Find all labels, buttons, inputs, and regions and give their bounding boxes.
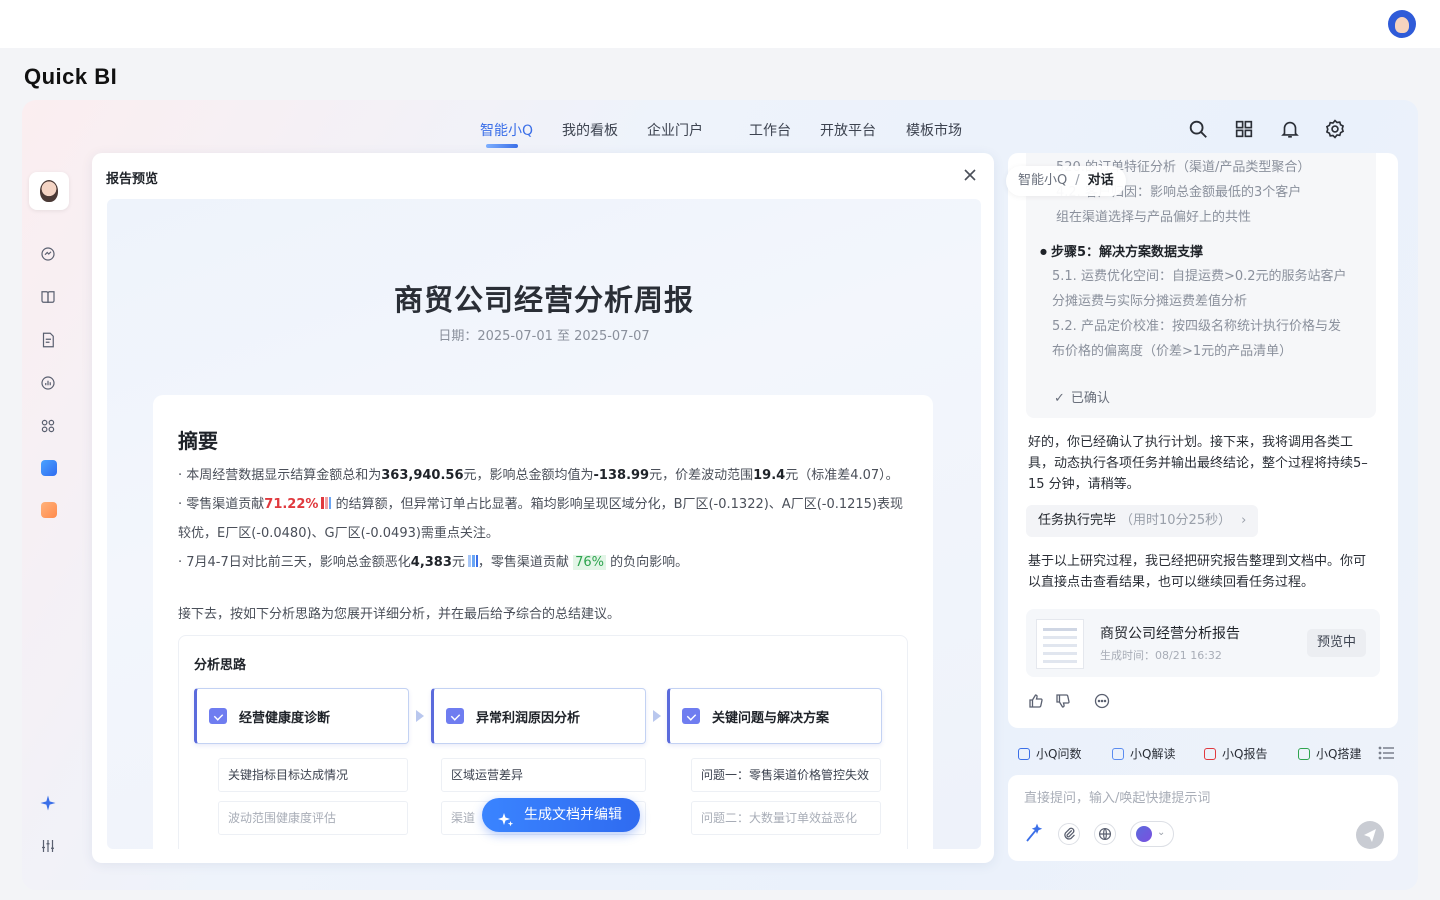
- summary-heading: 摘要: [178, 429, 218, 453]
- model-icon: [1136, 826, 1152, 842]
- flow-arrow-icon: [653, 710, 661, 722]
- preview-title: 报告预览: [106, 172, 159, 187]
- chat-panel: 520.的订单特征分析（渠道/产品类型聚合） 4.2. 客户归因：影响总金额最低…: [1008, 153, 1398, 728]
- app-shell: 智能小Q 我的看板 企业门户 工作台 开放平台 模板市场 报告预览 商贸公司经营…: [22, 100, 1418, 890]
- sub-item[interactable]: 关键指标目标达成情况: [218, 758, 408, 792]
- task-complete-pill[interactable]: 任务执行完毕 （用时10分25秒） ›: [1026, 505, 1259, 537]
- report-preview-panel: 报告预览 商贸公司经营分析周报 日期：2025-07-01 至 2025-07-…: [92, 153, 994, 863]
- thumbs-up-icon[interactable]: [1028, 693, 1044, 709]
- nav-item-xiaoq[interactable]: 智能小Q: [480, 120, 533, 140]
- globe-icon[interactable]: [1094, 823, 1116, 845]
- assistant-avatar[interactable]: [29, 172, 69, 210]
- magic-wand-icon[interactable]: [1022, 823, 1044, 845]
- dashboard-icon[interactable]: [39, 374, 59, 394]
- summary-line-3: · 7月4-7日对比前三天，影响总金额恶化4,383元 ，零售渠道贡献 76% 的…: [178, 555, 689, 570]
- mini-bar-icon: [467, 555, 478, 567]
- brand-logo: Quick BI: [24, 64, 118, 89]
- confirmed-status: 已确认: [1054, 387, 1110, 406]
- doc-time: 生成时间：08/21 16:32: [1100, 649, 1222, 662]
- report-doc-card[interactable]: 商贸公司经营分析报告 生成时间：08/21 16:32 预览中: [1026, 609, 1380, 677]
- plan-sub-5-2: 5.2. 产品定价校准：按四级名称统计执行价格与发布价格的偏离度（价差>1元的产…: [1052, 319, 1341, 359]
- interpret-icon: [1112, 748, 1124, 760]
- plan-sub-5-1: 5.1. 运费优化空间：自提运费>0.2元的服务站客户分摊运费与实际分摊运费差值…: [1052, 269, 1347, 309]
- nav-item-enterprise-portal[interactable]: 企业门户: [647, 120, 703, 140]
- step-icon: [682, 708, 700, 724]
- build-icon: [1298, 748, 1310, 760]
- list-icon[interactable]: [1378, 744, 1396, 762]
- mini-bar-icon: [321, 497, 332, 509]
- search-icon[interactable]: [1187, 118, 1209, 140]
- sub-item[interactable]: 波动范围健康度评估: [218, 801, 408, 835]
- sparkle-icon: [498, 807, 514, 827]
- book-icon[interactable]: [39, 288, 59, 308]
- close-icon[interactable]: [962, 167, 978, 183]
- chat-input-placeholder: 直接提问，输入/唤起快捷提示词: [1024, 791, 1211, 806]
- breadcrumb-root[interactable]: 智能小Q: [1018, 173, 1067, 188]
- attachment-icon[interactable]: [1058, 823, 1080, 845]
- chevron-right-icon: ›: [1241, 513, 1247, 528]
- left-rail: [22, 160, 78, 880]
- more-icon[interactable]: [1094, 693, 1110, 709]
- chevron-down-icon: ⌄: [1157, 827, 1166, 838]
- send-button[interactable]: [1356, 821, 1384, 849]
- sliders-icon[interactable]: [39, 837, 59, 857]
- nav-active-indicator: [486, 144, 518, 148]
- model-selector[interactable]: ⌄: [1130, 821, 1174, 847]
- ask-data-icon: [1018, 748, 1030, 760]
- nav-item-workbench[interactable]: 工作台: [749, 120, 791, 140]
- breadcrumb-current: 对话: [1087, 173, 1114, 188]
- sub-item[interactable]: 问题二：大数量订单效益恶化: [691, 801, 881, 835]
- analysis-intro: 接下去，按如下分析思路为您展开详细分析，并在最后给予综合的总结建议。: [178, 607, 621, 622]
- user-avatar[interactable]: [1388, 10, 1416, 38]
- sparkle-icon[interactable]: [39, 794, 59, 814]
- quick-action-interpret[interactable]: 小Q解读: [1112, 744, 1175, 764]
- thumbs-down-icon[interactable]: [1055, 693, 1071, 709]
- top-bar: [0, 0, 1440, 48]
- report-canvas: 商贸公司经营分析周报 日期：2025-07-01 至 2025-07-07 摘要…: [107, 199, 981, 849]
- summary-line-1: · 本周经营数据显示结算金额总和为363,940.56元，影响总金额均值为-13…: [178, 468, 899, 483]
- blue-app-badge-icon[interactable]: [41, 460, 57, 476]
- breadcrumb: 智能小Q / 对话: [1006, 166, 1126, 196]
- quick-action-report[interactable]: 小Q报告: [1204, 744, 1267, 764]
- plan-faded-line: 组在渠道选择与产品偏好上的共性: [1056, 210, 1252, 225]
- doc-name: 商贸公司经营分析报告: [1100, 626, 1240, 642]
- sub-item[interactable]: 区域运营差异: [441, 758, 646, 792]
- nav-item-template-market[interactable]: 模板市场: [906, 120, 962, 140]
- step-icon: [446, 708, 464, 724]
- summary-card: 摘要 · 本周经营数据显示结算金额总和为363,940.56元，影响总金额均值为…: [153, 395, 933, 849]
- quick-action-build[interactable]: 小Q搭建: [1298, 744, 1361, 764]
- apps-icon[interactable]: [39, 417, 59, 437]
- sub-item[interactable]: 问题一：零售渠道价格管控失效: [691, 758, 881, 792]
- gear-icon[interactable]: [1324, 118, 1346, 140]
- step-icon: [209, 708, 227, 724]
- plan-step-5: 步骤5：解决方案数据支撑: [1040, 241, 1203, 260]
- chat-data-icon[interactable]: [39, 245, 59, 265]
- bell-icon[interactable]: [1279, 118, 1301, 140]
- analysis-heading: 分析思路: [194, 658, 247, 673]
- orange-app-badge-icon[interactable]: [41, 502, 57, 518]
- generate-doc-button[interactable]: 生成文档并编辑: [482, 798, 640, 832]
- quick-action-ask-data[interactable]: 小Q问数: [1018, 744, 1081, 764]
- nav-item-my-dashboards[interactable]: 我的看板: [562, 120, 618, 140]
- main-nav: 智能小Q 我的看板 企业门户 工作台 开放平台 模板市场: [22, 100, 1418, 156]
- summary-line-2: · 零售渠道贡献71.22% 的结算额，但异常订单占比显著。箱均影响呈现区域分化…: [178, 497, 904, 541]
- step-profit-analysis[interactable]: 异常利润原因分析: [431, 688, 646, 744]
- grid-icon[interactable]: [1233, 118, 1255, 140]
- report-icon: [1204, 748, 1216, 760]
- report-title: 商贸公司经营分析周报: [393, 283, 694, 317]
- report-icon[interactable]: [39, 331, 59, 351]
- nav-item-open-platform[interactable]: 开放平台: [820, 120, 876, 140]
- flow-arrow-icon: [416, 710, 424, 722]
- report-date: 日期：2025-07-01 至 2025-07-07: [438, 329, 650, 344]
- chat-input-box[interactable]: 直接提问，输入/唤起快捷提示词 ⌄: [1008, 775, 1398, 861]
- assistant-message-2: 基于以上研究过程，我已经把研究报告整理到文档中。你可以直接点击查看结果，也可以继…: [1028, 554, 1367, 590]
- doc-status-badge[interactable]: 预览中: [1306, 629, 1366, 657]
- step-health-diagnosis[interactable]: 经营健康度诊断: [194, 688, 409, 744]
- assistant-message-1: 好的，你已经确认了执行计划。接下来，我将调用各类工具，动态执行各项任务并输出最终…: [1028, 435, 1368, 492]
- step-key-problems[interactable]: 关键问题与解决方案: [667, 688, 882, 744]
- doc-thumbnail: [1036, 619, 1084, 669]
